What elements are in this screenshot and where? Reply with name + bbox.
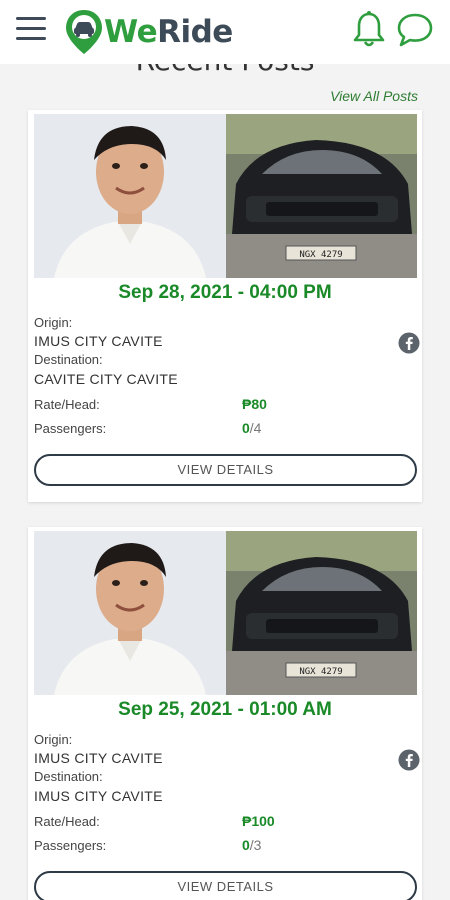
- bell-icon[interactable]: [352, 10, 386, 48]
- destination-value: IMUS CITY CAVITE: [34, 788, 163, 804]
- view-all-posts-link[interactable]: View All Posts: [330, 88, 418, 104]
- app-logo[interactable]: WeRide: [64, 6, 233, 58]
- view-details-button[interactable]: VIEW DETAILS: [34, 871, 417, 900]
- logo-wordmark: WeRide: [104, 14, 233, 50]
- origin-value: IMUS CITY CAVITE: [34, 333, 163, 349]
- passengers-value: 0/3: [242, 837, 262, 853]
- vehicle-photo: NGX 4279: [226, 531, 417, 695]
- chat-bubble-icon[interactable]: [396, 12, 434, 48]
- destination-label: Destination:: [34, 352, 103, 367]
- facebook-icon[interactable]: [398, 749, 420, 771]
- passengers-value: 0/4: [242, 420, 262, 436]
- rate-value: ₱100: [242, 813, 275, 829]
- destination-value: CAVITE CITY CAVITE: [34, 371, 178, 387]
- map-pin-car-icon: [66, 10, 102, 54]
- passengers-label: Passengers:: [34, 421, 107, 436]
- post-card: NGX 4279 Sep 25, 2021 - 01:00 AM Origin:…: [28, 527, 422, 900]
- origin-label: Origin:: [34, 315, 73, 330]
- post-photos: NGX 4279: [34, 531, 417, 695]
- post-date: Sep 25, 2021 - 01:00 AM: [118, 699, 332, 720]
- origin-label: Origin:: [34, 732, 73, 747]
- vehicle-photo: NGX 4279: [226, 114, 417, 278]
- post-photos: NGX 4279: [34, 114, 417, 278]
- post-card: NGX 4279 Sep 28, 2021 - 04:00 PM Origin:…: [28, 110, 422, 502]
- driver-photo: [34, 531, 226, 695]
- driver-photo: [34, 114, 226, 278]
- rate-label: Rate/Head:: [34, 814, 100, 829]
- origin-value: IMUS CITY CAVITE: [34, 750, 163, 766]
- destination-label: Destination:: [34, 769, 103, 784]
- rate-label: Rate/Head:: [34, 397, 100, 412]
- facebook-icon[interactable]: [398, 332, 420, 354]
- rate-value: ₱80: [242, 396, 267, 412]
- view-details-button[interactable]: VIEW DETAILS: [34, 454, 417, 486]
- top-app-bar: WeRide: [0, 0, 450, 64]
- license-plate: NGX 4279: [299, 667, 342, 677]
- license-plate: NGX 4279: [299, 250, 342, 260]
- hamburger-menu-icon[interactable]: [16, 17, 46, 45]
- passengers-label: Passengers:: [34, 838, 107, 853]
- post-date: Sep 28, 2021 - 04:00 PM: [118, 282, 332, 303]
